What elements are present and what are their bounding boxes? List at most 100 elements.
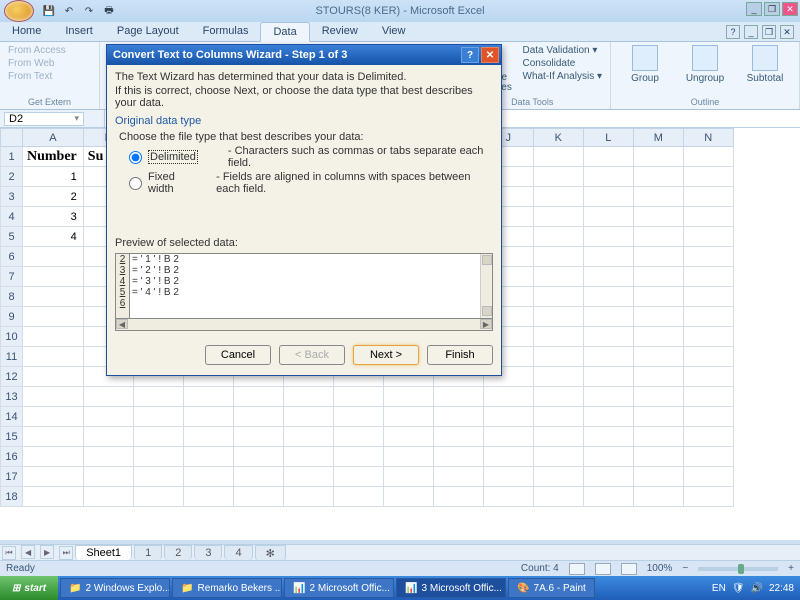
radio-input[interactable]: [129, 151, 142, 164]
cell[interactable]: [333, 447, 383, 467]
clock[interactable]: 22:48: [769, 583, 794, 594]
cell[interactable]: [333, 467, 383, 487]
cell[interactable]: [583, 467, 633, 487]
cell[interactable]: [683, 187, 733, 207]
cell[interactable]: [683, 487, 733, 507]
cell[interactable]: [483, 467, 533, 487]
cell[interactable]: [23, 267, 84, 287]
taskbar-item[interactable]: 📁Remarko Bekers ...: [172, 578, 282, 598]
row-header[interactable]: 15: [1, 427, 23, 447]
cell[interactable]: [133, 387, 183, 407]
row-header[interactable]: 12: [1, 367, 23, 387]
cell[interactable]: [283, 427, 333, 447]
new-sheet-icon[interactable]: ✻: [255, 545, 286, 561]
cell[interactable]: [583, 447, 633, 467]
cell[interactable]: [683, 207, 733, 227]
cell[interactable]: [583, 267, 633, 287]
sheet-tab[interactable]: Sheet1: [75, 545, 132, 560]
cell[interactable]: [183, 447, 233, 467]
dialog-help-icon[interactable]: ?: [461, 47, 479, 63]
cell[interactable]: [483, 427, 533, 447]
restore-button[interactable]: ❐: [764, 2, 780, 16]
cell[interactable]: [683, 287, 733, 307]
cell[interactable]: [383, 467, 433, 487]
group-button[interactable]: Group: [619, 45, 671, 84]
cell[interactable]: [633, 167, 683, 187]
row-header[interactable]: 13: [1, 387, 23, 407]
cell[interactable]: [433, 447, 483, 467]
cell[interactable]: [183, 407, 233, 427]
cell[interactable]: [533, 407, 583, 427]
cell[interactable]: [633, 287, 683, 307]
cell[interactable]: 1: [23, 167, 84, 187]
cell[interactable]: [383, 407, 433, 427]
cell[interactable]: [433, 467, 483, 487]
cell[interactable]: [233, 427, 283, 447]
cell[interactable]: [83, 387, 133, 407]
row-header[interactable]: 8: [1, 287, 23, 307]
cell[interactable]: [183, 387, 233, 407]
from-text-button[interactable]: From Text: [8, 71, 91, 82]
cell[interactable]: [383, 427, 433, 447]
what-if-button[interactable]: What-If Analysis ▾: [523, 71, 603, 82]
scroll-down-icon[interactable]: [482, 306, 492, 316]
prev-sheet-icon[interactable]: ◀: [21, 545, 35, 559]
cell[interactable]: [633, 147, 683, 167]
cell[interactable]: [333, 387, 383, 407]
cell[interactable]: [633, 447, 683, 467]
cell[interactable]: [433, 387, 483, 407]
cell[interactable]: [633, 187, 683, 207]
taskbar-item[interactable]: 📊2 Microsoft Offic...: [284, 578, 394, 598]
cell[interactable]: [683, 267, 733, 287]
cell[interactable]: [483, 387, 533, 407]
cell[interactable]: [533, 147, 583, 167]
cell[interactable]: [533, 267, 583, 287]
cell[interactable]: [23, 447, 84, 467]
page-layout-view-icon[interactable]: [595, 563, 611, 575]
preview-vscroll[interactable]: [480, 254, 492, 318]
cancel-button[interactable]: Cancel: [205, 345, 271, 365]
cell[interactable]: [383, 387, 433, 407]
cell[interactable]: 2: [23, 187, 84, 207]
column-header[interactable]: L: [583, 129, 633, 147]
cell[interactable]: [583, 247, 633, 267]
scroll-left-icon[interactable]: ◀: [116, 319, 128, 329]
cell[interactable]: [683, 427, 733, 447]
cell[interactable]: [23, 407, 84, 427]
cell[interactable]: [633, 227, 683, 247]
chevron-down-icon[interactable]: ▾: [74, 113, 79, 124]
cell[interactable]: [533, 387, 583, 407]
cell[interactable]: [23, 467, 84, 487]
cell[interactable]: [23, 287, 84, 307]
cell[interactable]: [83, 467, 133, 487]
cell[interactable]: [133, 447, 183, 467]
cell[interactable]: [533, 167, 583, 187]
save-icon[interactable]: 💾: [42, 4, 56, 18]
ribbon-minimize-icon[interactable]: _: [744, 25, 758, 39]
redo-icon[interactable]: ↷: [82, 4, 96, 18]
cell[interactable]: [583, 367, 633, 387]
cell[interactable]: [683, 327, 733, 347]
dialog-close-icon[interactable]: ✕: [481, 47, 499, 63]
next-button[interactable]: Next >: [353, 345, 419, 365]
cell[interactable]: [483, 487, 533, 507]
cell[interactable]: [133, 467, 183, 487]
cell[interactable]: [483, 447, 533, 467]
cell[interactable]: [583, 207, 633, 227]
cell[interactable]: [233, 387, 283, 407]
name-box[interactable]: D2▾: [4, 112, 84, 126]
zoom-slider[interactable]: [698, 567, 778, 571]
cell[interactable]: [583, 187, 633, 207]
taskbar-item[interactable]: 📁2 Windows Explo...: [60, 578, 170, 598]
normal-view-icon[interactable]: [569, 563, 585, 575]
row-header[interactable]: 7: [1, 267, 23, 287]
preview-hscroll[interactable]: ◀ ▶: [115, 319, 493, 331]
tab-insert[interactable]: Insert: [53, 22, 105, 41]
cell[interactable]: [533, 447, 583, 467]
cell[interactable]: [83, 427, 133, 447]
cell[interactable]: [23, 307, 84, 327]
cell[interactable]: [633, 367, 683, 387]
ribbon-close-icon[interactable]: ✕: [780, 25, 794, 39]
last-sheet-icon[interactable]: ⏭: [59, 546, 73, 560]
cell[interactable]: [583, 227, 633, 247]
